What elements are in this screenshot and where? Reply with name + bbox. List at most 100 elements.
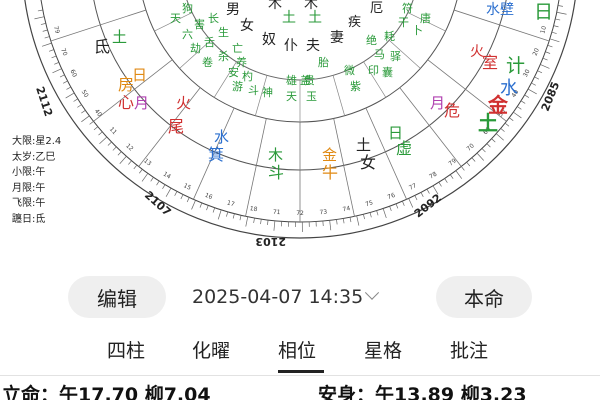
- scale-number: 14: [162, 171, 172, 181]
- planet-ji: 计: [506, 55, 525, 77]
- scale-tick: [524, 94, 530, 98]
- scale-tick: [141, 173, 149, 182]
- mansion-wei2: 危: [444, 101, 460, 120]
- astrology-chart[interactable]: 10 20 30 40 50 60 70 79 78 77 76 75 74 73 72 71 18 17 16 15…: [0, 0, 600, 262]
- star-s16: 斗: [248, 84, 259, 97]
- info-key: 太岁:: [12, 151, 36, 163]
- palace-nu: 奴: [262, 31, 276, 48]
- scale-tick: [449, 174, 454, 179]
- position-summary: 立命：午17.70 柳7.04 安身：午13.89 柳3.23: [0, 380, 600, 400]
- planet-yue-1: 月: [134, 94, 149, 112]
- scale-number: 74: [342, 205, 351, 213]
- scale-tick: [466, 161, 471, 167]
- scale-tick: [557, 5, 564, 7]
- scale-number: 79: [52, 25, 61, 34]
- scale-tick: [245, 216, 249, 227]
- planet-shui-3: 水: [486, 2, 500, 18]
- planet-shui-1: 水: [214, 128, 229, 146]
- star-s21: 胎: [318, 55, 329, 69]
- scale-tick: [180, 194, 184, 200]
- mansion-niu: 牛: [322, 163, 338, 182]
- mansion-wei: 尾: [168, 117, 184, 136]
- mansion-bi: 壁: [500, 2, 514, 18]
- scale-tick: [63, 80, 68, 84]
- info-row-chanri: 躔日:氐: [12, 212, 61, 228]
- scale-tick: [239, 215, 242, 221]
- scale-number: 71: [273, 209, 281, 217]
- active-tab-indicator: [278, 370, 324, 373]
- scale-tick: [93, 126, 99, 131]
- ming-position: 立命：午17.70 柳7.04: [2, 384, 211, 400]
- scale-tick: [81, 109, 86, 114]
- star-s10: 杀: [218, 49, 229, 63]
- scale-tick: [139, 169, 143, 174]
- scale-tick: [389, 206, 392, 212]
- star-s35: 卜: [412, 24, 423, 37]
- scale-tick: [267, 220, 269, 226]
- tab-xiangwei[interactable]: 相位: [278, 336, 316, 363]
- scale-tick: [119, 155, 127, 164]
- scale-tick: [547, 44, 553, 48]
- scale-tick: [273, 220, 276, 231]
- scale-tick: [471, 157, 476, 162]
- star-s37: 疾: [348, 15, 361, 30]
- star-s26: 绝: [366, 33, 377, 47]
- scale-tick: [77, 104, 82, 108]
- edit-button[interactable]: 编辑: [68, 276, 166, 318]
- tab-pizhu[interactable]: 批注: [450, 336, 488, 363]
- scale-number: 70: [465, 142, 475, 152]
- info-value: 乙巳: [35, 151, 56, 163]
- scale-tick: [174, 191, 178, 196]
- scale-tick: [54, 62, 59, 65]
- star-s24: 微: [344, 63, 355, 77]
- star-s17: 神: [262, 85, 273, 99]
- tab-huayao[interactable]: 化曜: [192, 336, 230, 363]
- scale-number: 78: [428, 171, 438, 181]
- house-spoke: [245, 118, 267, 217]
- scale-tick: [99, 136, 108, 145]
- star-s18: 雄: [286, 73, 297, 87]
- datetime-picker[interactable]: 2025-04-07 14:35: [192, 285, 380, 308]
- scale-tick: [232, 213, 235, 219]
- scale-tick: [509, 117, 514, 121]
- toolbar: 编辑 2025-04-07 14:35 本命: [0, 272, 600, 322]
- scale-tick: [481, 148, 486, 153]
- tab-xingge[interactable]: 星格: [364, 336, 402, 363]
- scale-tick: [500, 128, 505, 132]
- scale-tick: [382, 208, 387, 219]
- scale-tick: [65, 92, 75, 99]
- year-label-2092: 2092: [412, 191, 444, 220]
- scale-tick: [527, 88, 537, 95]
- scale-tick: [112, 146, 117, 151]
- scale-tick: [156, 180, 160, 186]
- planet-huo-1: 火: [176, 94, 191, 112]
- scale-tick: [395, 203, 399, 209]
- info-value: 星2.4: [35, 136, 62, 147]
- scale-number: 16: [204, 192, 214, 201]
- palace-nan: 男: [226, 2, 240, 18]
- planet-tu-2: 土: [356, 136, 371, 154]
- planet-tu-1: 土: [112, 28, 127, 46]
- scale-tick: [186, 197, 190, 203]
- scale-tick: [89, 121, 94, 125]
- scale-tick: [59, 74, 65, 78]
- star-s25: 紫: [350, 80, 361, 93]
- star-s03: 六: [182, 28, 193, 41]
- limit-info-panel: 大限:星2.4 太岁:乙巳 小限:午 月限:午 飞限:午 躔日:氐: [12, 134, 61, 227]
- scale-tick: [363, 214, 365, 220]
- scale-tick: [150, 177, 154, 182]
- mansion-xu: 虚: [396, 139, 412, 158]
- info-key: 躔日:: [12, 213, 36, 225]
- scale-number: 10: [539, 25, 548, 34]
- scale-tick: [504, 122, 510, 127]
- planet-ri-3: 日: [534, 1, 553, 23]
- info-value: 午: [35, 182, 46, 194]
- palace-tu-1: 土: [282, 10, 296, 26]
- tab-sizhu[interactable]: 四柱: [107, 336, 145, 363]
- scale-tick: [349, 217, 352, 223]
- scale-tick: [402, 201, 405, 206]
- info-row-yuexian: 月限:午: [12, 181, 61, 197]
- natal-button[interactable]: 本命: [436, 276, 532, 318]
- palace-qi: 妻: [330, 30, 344, 46]
- star-s01: 天: [170, 12, 181, 25]
